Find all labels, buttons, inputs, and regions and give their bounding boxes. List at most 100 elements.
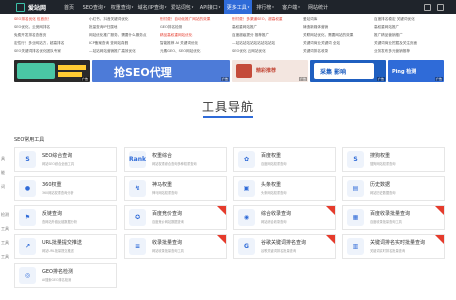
promo-link[interactable]: 推广精品营销推广 bbox=[374, 31, 444, 39]
promo-link[interactable]: 智能推荐 AI 关键词优化 bbox=[160, 39, 230, 47]
promo-link[interactable]: 批量查询IP归属地 bbox=[89, 23, 159, 31]
nav-item[interactable]: 域名/IP查询 ▾ bbox=[136, 0, 168, 14]
promo-link[interactable]: 关键词商业关键词 全站 bbox=[303, 39, 373, 47]
tool-desc: 360网站权重查询分析 bbox=[42, 191, 74, 195]
tool-card[interactable]: ▦ 百度收录批量查询 百度收录批量查询工具 bbox=[342, 205, 445, 230]
banner-1[interactable]: 广告 bbox=[14, 60, 90, 82]
promo-link[interactable]: 网站优化推广服务，需要什么服务点 bbox=[89, 31, 159, 39]
nav-item[interactable]: 权重查询 ▾ bbox=[108, 0, 136, 14]
tool-desc: 网站权重综合查询多种权重查询 bbox=[152, 162, 197, 166]
title-underline bbox=[203, 116, 253, 118]
promo-link[interactable]: 别付费！多渠道SEO，超高权重 bbox=[232, 15, 302, 23]
promo-link[interactable]: ICP备案查询 查网站真假 bbox=[89, 39, 159, 47]
promo-link[interactable]: —站站站站站站站站站站站 bbox=[232, 39, 302, 47]
tool-name: 百度收录批量查询 bbox=[370, 211, 411, 217]
promo-link[interactable]: 高权重网站推广 bbox=[232, 23, 302, 31]
nav-item-label: SEO查询 bbox=[82, 4, 103, 11]
promo-link[interactable]: SEO排名优化 包首页！ bbox=[14, 15, 84, 23]
promo-link[interactable]: 铸造新媒体营销 bbox=[303, 23, 373, 31]
sidebar-item[interactable]: 具 bbox=[0, 152, 10, 166]
sidebar-item[interactable]: 检测 bbox=[0, 208, 10, 222]
nav-menu: 首页 SEO查询 ▾ 权重查询 ▾ 域名/IP查询 ▾ 爱站词包 ▾ API接口 ▾ 更多工具 ▾ 排行榜… bbox=[58, 0, 332, 14]
tool-desc: 百度网站权重查询 bbox=[261, 162, 287, 166]
promo-link[interactable]: SEO关键词排名优化团队专家 bbox=[14, 47, 84, 55]
tool-card[interactable]: ⚑ 反链查询 查网站外链反链数据分析 bbox=[14, 205, 117, 230]
nav-item-label: 爱站词包 bbox=[170, 4, 191, 11]
banner-3[interactable]: 精彩推荐 广告 bbox=[232, 60, 308, 82]
tool-card[interactable]: Rank 权重综合 网站权重综合查询多种权重查询 bbox=[124, 147, 227, 172]
tool-desc: 网站URL批量提交推送 bbox=[42, 249, 74, 253]
nav-item-label: API接口 bbox=[199, 4, 218, 11]
nav-item-label: 更多工具 bbox=[226, 4, 247, 11]
tool-card[interactable]: ▥ 关键词排名实时批量查询 关键词实时排名批量查询 bbox=[342, 234, 445, 259]
menu-icon[interactable] bbox=[437, 3, 444, 11]
tool-card[interactable]: ▣ 头条权重 头条网站权重查询 bbox=[233, 176, 336, 201]
promo-link[interactable]: 元素GEO、SEO网站优化 bbox=[160, 47, 230, 55]
site-logo[interactable]: 爱站网 bbox=[0, 0, 58, 14]
promo-link[interactable]: 小红书，抖音关键词优化 bbox=[89, 15, 159, 23]
tool-card[interactable]: ▤ 历史数据 网站历史数据查询 bbox=[342, 176, 445, 201]
chevron-down-icon: ▾ bbox=[164, 5, 167, 9]
banner-2[interactable]: 抢SEO代理 广告 bbox=[92, 60, 230, 82]
tool-icon: ▥ bbox=[347, 238, 364, 255]
tool-card[interactable]: ◎ GEO排名检测 AI搜索GEO排名检测 bbox=[14, 263, 117, 288]
promo-link[interactable]: 关键词商业挖掘及关注页面 bbox=[374, 39, 444, 47]
user-icon[interactable] bbox=[424, 3, 431, 11]
promo-link[interactable]: 免费开发排名查首页 bbox=[14, 31, 84, 39]
promo-link[interactable]: 高权重网站推广 bbox=[374, 23, 444, 31]
tool-card[interactable]: ↗ URL批量提交推送 网站URL批量提交推送 bbox=[14, 234, 117, 259]
tool-desc: 网站综合收录查询 bbox=[261, 220, 287, 224]
nav-item[interactable]: 首页 bbox=[58, 0, 80, 14]
promo-link[interactable]: —站站网站营销推广高效优化 bbox=[89, 47, 159, 55]
chevron-down-icon: ▾ bbox=[218, 5, 221, 9]
promo-link[interactable]: 关键词排名收录 bbox=[303, 47, 373, 55]
promo-link[interactable]: GEO排名检测 bbox=[160, 23, 230, 31]
tool-card[interactable]: ✪ 百度竞价查询 百度竞价网站数据查询 bbox=[124, 205, 227, 230]
nav-item[interactable]: API接口 ▾ bbox=[196, 0, 224, 14]
nav-item[interactable]: 客户端 ▾ bbox=[278, 0, 304, 14]
tool-card[interactable]: ↯ 神马权重 神马网站权重查询 bbox=[124, 176, 227, 201]
tool-name: 百度权重 bbox=[261, 153, 282, 159]
tool-desc: 网站SEO综合全面工具 bbox=[42, 162, 75, 166]
nav-item[interactable]: 网站统计 bbox=[304, 0, 332, 14]
nav-item[interactable]: 排行榜 ▾ bbox=[252, 0, 278, 14]
sidebar-item[interactable]: 能 bbox=[0, 166, 10, 180]
hot-corner-badge bbox=[326, 235, 335, 244]
sidebar-item[interactable] bbox=[0, 194, 10, 208]
promo-link[interactable]: SEO优化，云竞网排名 bbox=[14, 23, 84, 31]
tool-icon: S bbox=[19, 151, 36, 168]
promo-link[interactable]: 爱站词库 bbox=[303, 15, 373, 23]
sidebar-item[interactable]: 工具 bbox=[0, 222, 10, 236]
tool-card[interactable]: ≡ 收录批量查询 网站收录批量查询工具 bbox=[124, 234, 227, 259]
tool-card[interactable]: G 谷歌关键词排名查询 谷歌关键词排名批量查询 bbox=[233, 234, 336, 259]
tool-card[interactable]: S SEO综合查询 网站SEO综合全面工具 bbox=[14, 147, 117, 172]
promo-link[interactable]: 精品高权重网站优化 bbox=[160, 31, 230, 39]
promo-link[interactable]: 业务发布多元营销推荐 bbox=[374, 47, 444, 55]
tool-icon: ▤ bbox=[347, 180, 364, 197]
banner-4[interactable]: 采集 影响 广告 bbox=[310, 60, 386, 82]
tool-icon: ↯ bbox=[129, 180, 146, 197]
tool-icon: S bbox=[347, 151, 364, 168]
promo-link[interactable]: 百度超级提分 推荐推广 bbox=[232, 31, 302, 39]
tool-name: 360权重 bbox=[42, 182, 62, 188]
promo-link[interactable]: 百度排名稳定 关键词优化 bbox=[374, 15, 444, 23]
banner-5[interactable]: Ping 检测 广告 bbox=[388, 60, 444, 82]
tool-card[interactable]: ◉ 综合收录查询 网站综合收录查询 bbox=[233, 205, 336, 230]
sidebar-item[interactable]: 词 bbox=[0, 180, 10, 194]
promo-link[interactable]: SEO优化 云网站优化 bbox=[232, 47, 302, 55]
tool-card[interactable]: ✿ 百度权重 百度网站权重查询 bbox=[233, 147, 336, 172]
promo-link[interactable]: 定性行！多业网站方，超高排名 bbox=[14, 39, 84, 47]
tool-icon: ▦ bbox=[347, 209, 364, 226]
promo-link[interactable]: 别付费！自动化推广网站的效果 bbox=[160, 15, 230, 23]
promo-link[interactable]: 关联网站优化，需要网站的效果 bbox=[303, 31, 373, 39]
tool-card[interactable]: ● 360权重 360网站权重查询分析 bbox=[14, 176, 117, 201]
tool-name: URL批量提交推送 bbox=[42, 240, 82, 246]
nav-item[interactable]: SEO查询 ▾ bbox=[80, 0, 108, 14]
nav-item[interactable]: 更多工具 ▾ bbox=[224, 0, 252, 14]
sidebar-item[interactable]: 工具 bbox=[0, 250, 10, 264]
tool-name: 历史数据 bbox=[370, 182, 391, 188]
sidebar-item[interactable]: 工具 bbox=[0, 236, 10, 250]
tool-card[interactable]: S 搜狗权重 搜狗网站权重查询 bbox=[342, 147, 445, 172]
nav-item[interactable]: 爱站词包 ▾ bbox=[168, 0, 196, 14]
tool-name: 综合收录查询 bbox=[261, 211, 292, 217]
